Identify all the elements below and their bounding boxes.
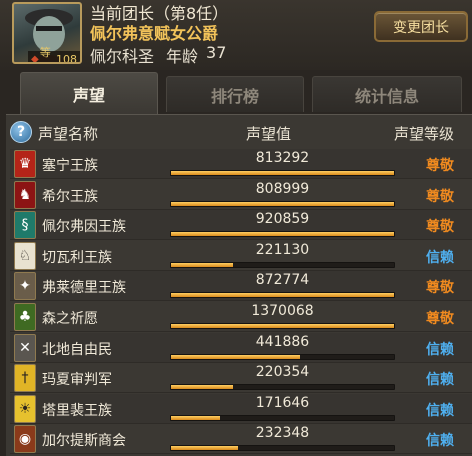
reputation-level: 尊敬	[426, 219, 454, 236]
faction-name: 塔里裴王族	[42, 402, 112, 419]
reputation-value: 221130	[255, 241, 310, 258]
reputation-level: 信赖	[426, 249, 454, 266]
faction-name: 切瓦利王族	[42, 249, 112, 266]
reputation-panel: ? 声望名称 声望值 声望等级 ♛ 塞宁王族 813292 尊敬 ♞ 希尔王族 808999…	[6, 114, 472, 456]
tab-ranking[interactable]: 排行榜	[166, 76, 304, 112]
faction-name: 森之祈愿	[42, 311, 98, 327]
faction-name: 弗莱德里王族	[42, 280, 126, 297]
reputation-value: 808999	[255, 180, 310, 197]
reputation-value: 813292	[255, 150, 310, 166]
reputation-progress-bar	[170, 200, 395, 207]
reputation-progress-fill	[171, 415, 221, 420]
reputation-row[interactable]: ✕ 北地自由民 441886 信赖	[10, 332, 472, 363]
reputation-progress-fill	[171, 262, 234, 267]
level-badge: ◆ 等级 108	[28, 46, 80, 64]
help-icon[interactable]: ?	[10, 121, 32, 143]
reputation-value: 920859	[255, 211, 310, 228]
reputation-progress-bar	[170, 292, 395, 299]
reputation-progress-bar	[170, 261, 395, 268]
dragon-shield-icon: ♞	[14, 180, 36, 209]
reputation-row[interactable]: ♘ 切瓦利王族 221130 信赖	[10, 241, 472, 271]
horse-shield-icon: ♘	[14, 241, 36, 270]
reputation-value: 232348	[255, 425, 310, 442]
faction-name: 塞宁王族	[42, 158, 98, 174]
sword-shield-icon: †	[14, 364, 36, 393]
faction-name: 北地自由民	[42, 341, 112, 358]
reputation-level: 信赖	[426, 433, 454, 450]
reputation-progress-fill	[171, 171, 394, 175]
table-header: ? 声望名称 声望值 声望等级	[6, 115, 472, 149]
leader-avatar[interactable]: ◆ 等级 108	[12, 2, 82, 64]
column-header-value: 声望值	[246, 125, 292, 143]
faction-name: 玛夏审判军	[42, 372, 112, 389]
reputation-value: 872774	[255, 272, 310, 289]
reputation-progress-bar	[170, 231, 395, 238]
age-label: 年龄	[166, 47, 199, 66]
reputation-level: 信赖	[426, 341, 454, 358]
reputation-value: 1370068	[251, 303, 314, 319]
level-badge-icon: ◆	[31, 54, 39, 64]
level-value: 108	[56, 53, 77, 64]
reputation-level: 信赖	[426, 372, 454, 389]
crown-shield-icon: ♛	[14, 150, 36, 178]
eagle-shield-icon: ✦	[14, 272, 36, 301]
tree-shield-icon: ♣	[14, 303, 36, 331]
reputation-row[interactable]: ◉ 加尔提斯商会 232348 信赖	[10, 424, 472, 455]
reputation-value: 171646	[255, 394, 310, 411]
reputation-progress-fill	[171, 324, 394, 328]
reputation-value: 441886	[255, 333, 310, 350]
reputation-row[interactable]: § 佩尔弗因王族 920859 尊敬	[10, 210, 472, 241]
reputation-progress-bar	[170, 384, 395, 391]
reputation-progress-bar	[170, 353, 395, 360]
reputation-level: 尊敬	[426, 188, 454, 205]
age-value: 37	[206, 43, 227, 62]
leader-header: ◆ 等级 108 当前团长（第8任） 佩尔弗意赋女公爵 佩尔科圣 年龄 37 变…	[0, 0, 472, 70]
reputation-progress-fill	[171, 385, 234, 390]
reputation-progress-bar	[170, 170, 395, 176]
reputation-progress-fill	[171, 446, 238, 451]
leader-title: 佩尔弗意赋女公爵	[90, 24, 219, 43]
reputation-level: 尊敬	[426, 158, 454, 174]
change-leader-button[interactable]: 变更团长	[374, 11, 468, 42]
tab-reputation[interactable]: 声望	[20, 72, 158, 114]
reputation-row[interactable]: † 玛夏审判军 220354 信赖	[10, 363, 472, 394]
reputation-progress-fill	[171, 232, 394, 237]
axe-shield-icon: ✕	[14, 333, 36, 362]
reputation-progress-bar	[170, 445, 395, 452]
column-header-name: 声望名称	[38, 125, 99, 143]
reputation-progress-fill	[171, 354, 301, 359]
reputation-value: 220354	[255, 364, 310, 381]
reputation-progress-fill	[171, 293, 394, 298]
leader-name: 佩尔科圣	[90, 47, 155, 66]
faction-name: 佩尔弗因王族	[42, 219, 126, 236]
sun-shield-icon: ☀	[14, 394, 36, 423]
coin-shield-icon: ◉	[14, 425, 36, 454]
reputation-level: 尊敬	[426, 280, 454, 297]
reputation-row[interactable]: ♞ 希尔王族 808999 尊敬	[10, 180, 472, 210]
reputation-level: 尊敬	[426, 311, 454, 327]
faction-name: 加尔提斯商会	[42, 433, 126, 450]
reputation-level: 信赖	[426, 402, 454, 419]
leader-info: 佩尔科圣 年龄 37	[90, 43, 226, 67]
reputation-progress-fill	[171, 201, 394, 206]
faction-name: 希尔王族	[42, 188, 98, 205]
reputation-progress-bar	[170, 414, 395, 421]
reputation-row[interactable]: ✦ 弗莱德里王族 872774 尊敬	[10, 271, 472, 302]
column-header-level: 声望等级	[394, 125, 455, 143]
serpent-shield-icon: §	[14, 211, 36, 240]
tab-bar: 声望 排行榜 统计信息	[0, 72, 472, 114]
reputation-row[interactable]: ☀ 塔里裴王族 171646 信赖	[10, 393, 472, 424]
tab-statistics[interactable]: 统计信息	[312, 76, 462, 112]
reputation-progress-bar	[170, 323, 395, 329]
level-label: 等级	[39, 45, 51, 63]
reputation-row[interactable]: ♣ 森之祈愿 1370068 尊敬	[10, 302, 472, 332]
reputation-row[interactable]: ♛ 塞宁王族 813292 尊敬	[10, 149, 472, 179]
